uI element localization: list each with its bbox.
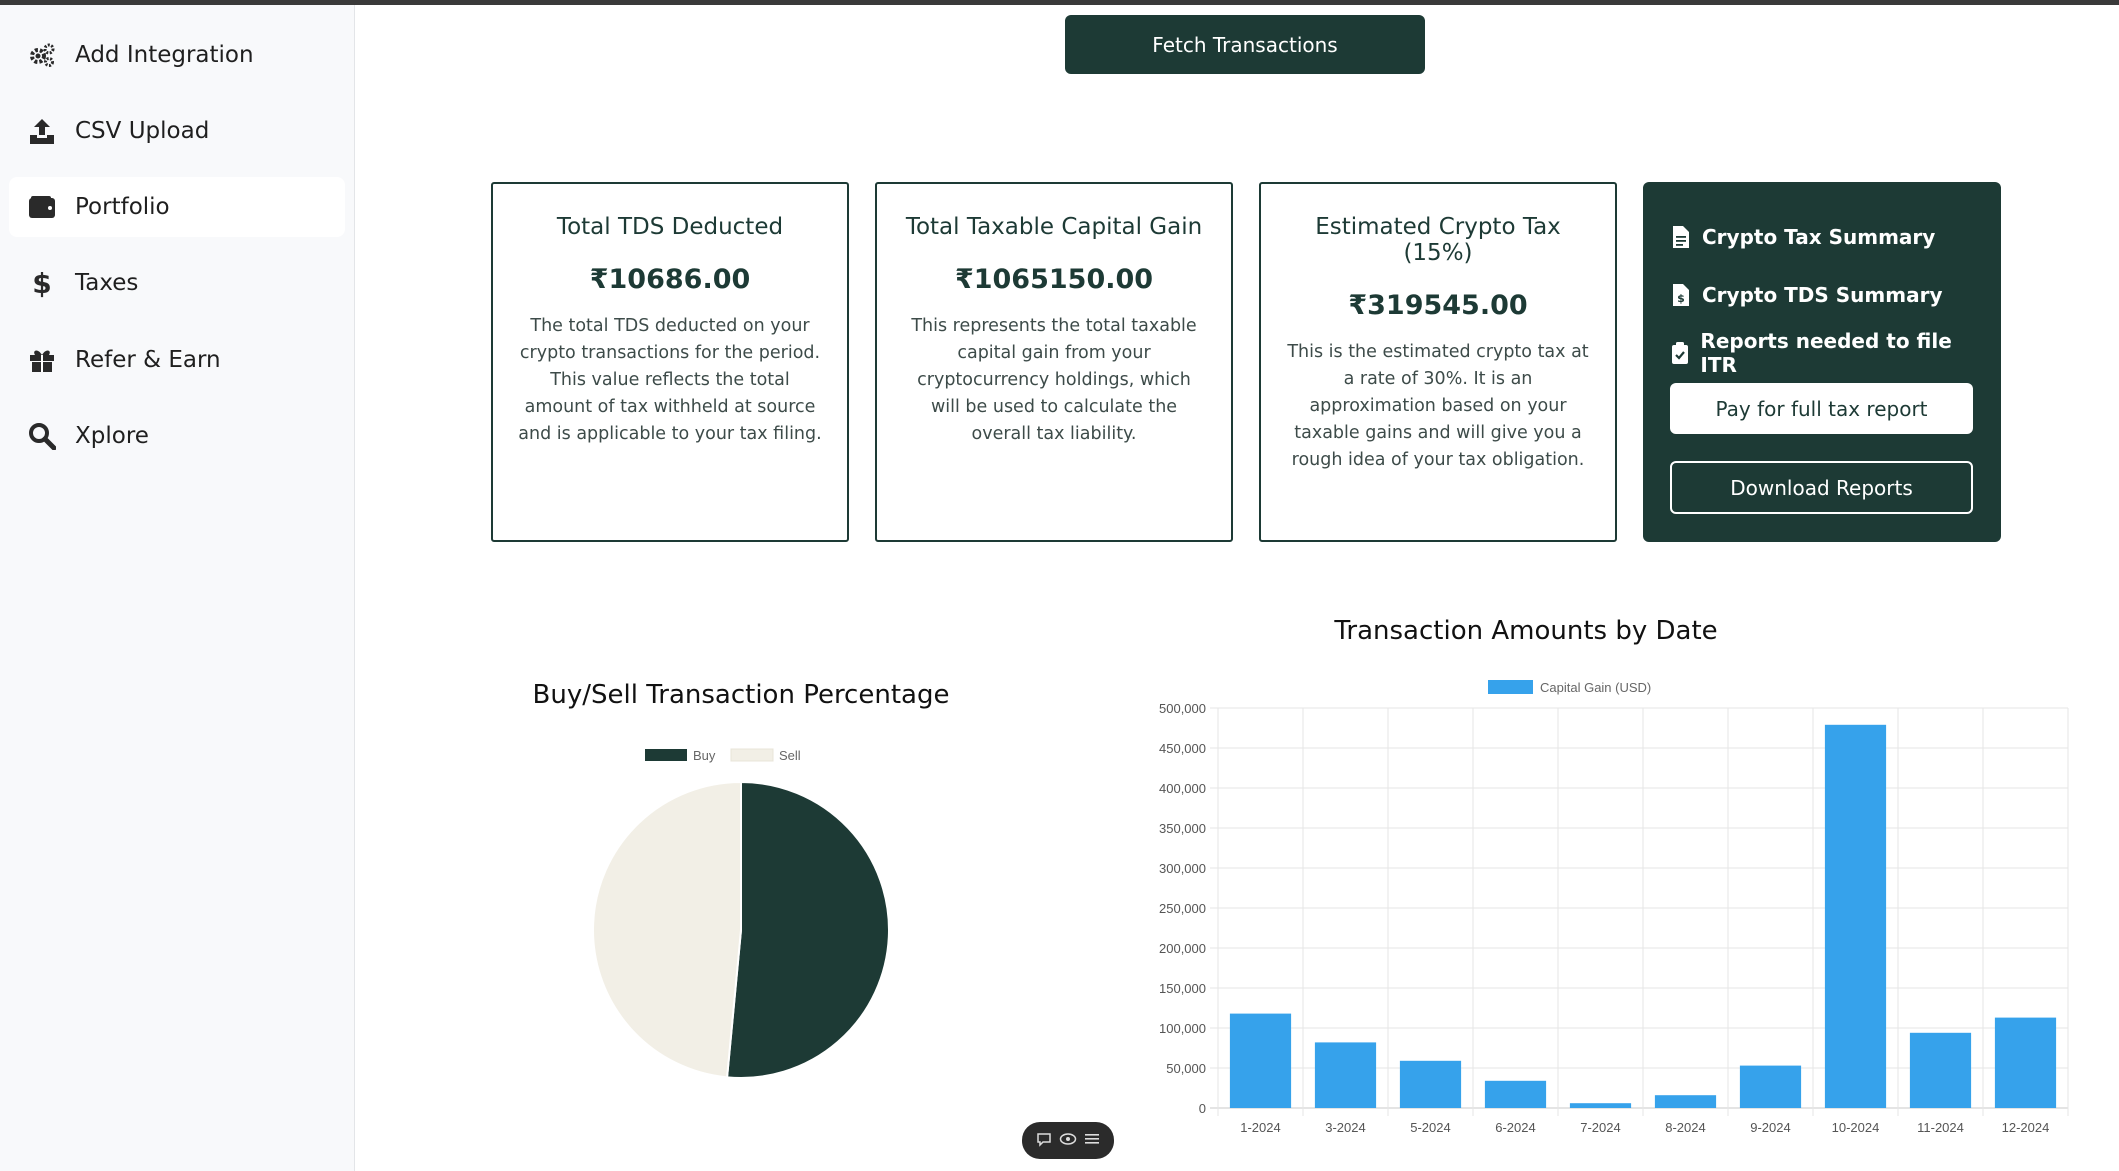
x-tick-label: 7-2024	[1580, 1120, 1620, 1135]
fetch-transactions-button[interactable]: Fetch Transactions	[1065, 15, 1425, 74]
menu-icon[interactable]	[1084, 1131, 1100, 1150]
download-reports-button[interactable]: Download Reports	[1670, 461, 1973, 514]
legend-swatch	[1488, 680, 1533, 694]
y-tick-label: 50,000	[1166, 1061, 1206, 1076]
sidebar: Add Integration CSV Upload Portfolio $ T…	[0, 5, 355, 1171]
x-tick-label: 11-2024	[1917, 1120, 1964, 1135]
card-title: Total TDS Deducted	[556, 214, 784, 240]
x-tick-label: 5-2024	[1410, 1120, 1450, 1135]
sidebar-item-label: Add Integration	[75, 42, 254, 68]
gift-icon	[27, 345, 57, 375]
x-tick-label: 9-2024	[1750, 1120, 1790, 1135]
reports-card: Crypto Tax Summary $ Crypto TDS Summary …	[1643, 182, 2001, 542]
crypto-tds-summary-link[interactable]: $ Crypto TDS Summary	[1670, 266, 1974, 324]
pie-chart-title: Buy/Sell Transaction Percentage	[532, 680, 950, 710]
y-tick-label: 300,000	[1159, 861, 1206, 876]
x-tick-label: 12-2024	[2002, 1120, 2050, 1135]
card-title: Total Taxable Capital Gain	[905, 214, 1203, 240]
wallet-icon	[27, 192, 57, 222]
sidebar-item-label: CSV Upload	[75, 118, 210, 144]
gears-icon	[27, 40, 57, 70]
sidebar-item-label: Refer & Earn	[75, 347, 221, 373]
sidebar-item-csv-upload[interactable]: CSV Upload	[9, 101, 345, 161]
legend-label: Capital Gain (USD)	[1540, 680, 1651, 695]
y-tick-label: 0	[1199, 1101, 1206, 1116]
bar-chart: Capital Gain (USD) 500,000 450,000 400,000 3…	[1159, 680, 2069, 1135]
sidebar-item-refer-earn[interactable]: Refer & Earn	[9, 330, 345, 390]
legend-label-buy: Buy	[693, 748, 716, 763]
svg-text:$: $	[1677, 292, 1685, 305]
bar-6-2024	[1484, 1080, 1547, 1108]
bar-3-2024	[1314, 1042, 1377, 1108]
bar-5-2024	[1399, 1060, 1462, 1108]
pie-slice-sell	[592, 780, 742, 1079]
x-tick-label: 3-2024	[1325, 1120, 1365, 1135]
bar-7-2024	[1569, 1103, 1632, 1108]
pie-chart: Buy Sell	[592, 748, 890, 1079]
bar-9-2024	[1739, 1065, 1802, 1108]
card-description: This is the estimated crypto tax at a ra…	[1287, 342, 1589, 470]
y-tick-label: 150,000	[1159, 981, 1206, 996]
bar-10-2024	[1824, 724, 1887, 1108]
tds-card: Total TDS Deducted ₹10686.00 The total T…	[491, 182, 849, 542]
x-tick-label: 6-2024	[1495, 1120, 1535, 1135]
chat-icon[interactable]	[1036, 1131, 1052, 1151]
x-tick-label: 8-2024	[1665, 1120, 1705, 1135]
report-link-label: Crypto TDS Summary	[1702, 283, 1943, 307]
card-title: Estimated Crypto Tax (15%)	[1315, 214, 1561, 266]
upload-icon	[27, 116, 57, 146]
pie-slice-buy	[725, 780, 890, 1079]
card-value: ₹319545.00	[1348, 290, 1528, 321]
card-description: The total TDS deducted on your crypto tr…	[518, 316, 822, 444]
clipboard-check-icon	[1670, 342, 1690, 364]
y-tick-label: 200,000	[1159, 941, 1206, 956]
dollar-icon: $	[27, 268, 57, 298]
legend-swatch-sell	[730, 748, 774, 762]
y-tick-label: 450,000	[1159, 741, 1206, 756]
x-tick-label: 10-2024	[1832, 1120, 1880, 1135]
card-value: ₹1065150.00	[954, 264, 1154, 295]
x-tick-label: 1-2024	[1240, 1120, 1280, 1135]
bar-1-2024	[1229, 1013, 1292, 1108]
sidebar-item-taxes[interactable]: $ Taxes	[9, 253, 345, 313]
eye-icon[interactable]	[1059, 1131, 1077, 1150]
svg-text:$: $	[32, 268, 51, 298]
y-tick-label: 250,000	[1159, 901, 1206, 916]
bar-8-2024	[1654, 1095, 1717, 1108]
pay-tax-report-button[interactable]: Pay for full tax report	[1670, 383, 1973, 434]
report-link-label: Crypto Tax Summary	[1702, 225, 1936, 249]
document-icon	[1670, 226, 1692, 248]
card-description: This represents the total taxable capita…	[911, 316, 1197, 444]
y-tick-label: 100,000	[1159, 1021, 1206, 1036]
bar-chart-title: Transaction Amounts by Date	[1334, 616, 1718, 646]
y-tick-label: 350,000	[1159, 821, 1206, 836]
crypto-tax-summary-link[interactable]: Crypto Tax Summary	[1670, 208, 1974, 266]
search-icon	[27, 421, 57, 451]
sidebar-item-add-integration[interactable]: Add Integration	[9, 25, 345, 85]
legend-label-sell: Sell	[779, 748, 801, 763]
sidebar-item-label: Taxes	[75, 270, 139, 296]
sidebar-item-label: Portfolio	[75, 194, 170, 220]
floating-toolbar	[1022, 1122, 1114, 1159]
bar-11-2024	[1909, 1032, 1972, 1108]
y-tick-label: 500,000	[1159, 701, 1206, 716]
capital-gain-card: Total Taxable Capital Gain ₹1065150.00 T…	[875, 182, 1233, 542]
invoice-icon: $	[1670, 284, 1692, 306]
bar-12-2024	[1994, 1017, 2057, 1108]
sidebar-item-xplore[interactable]: Xplore	[9, 406, 345, 466]
report-link-label: Reports needed to file ITR	[1700, 329, 1952, 377]
card-value: ₹10686.00	[589, 264, 751, 295]
y-tick-label: 400,000	[1159, 781, 1206, 796]
main-content: Fetch Transactions Total TDS Deducted ₹1…	[356, 5, 2119, 1171]
sidebar-item-label: Xplore	[75, 423, 149, 449]
legend-swatch-buy	[645, 749, 687, 761]
itr-reports-link[interactable]: Reports needed to file ITR	[1670, 324, 1974, 382]
sidebar-item-portfolio[interactable]: Portfolio	[9, 177, 345, 237]
crypto-tax-card: Estimated Crypto Tax (15%) ₹319545.00 Th…	[1259, 182, 1617, 542]
